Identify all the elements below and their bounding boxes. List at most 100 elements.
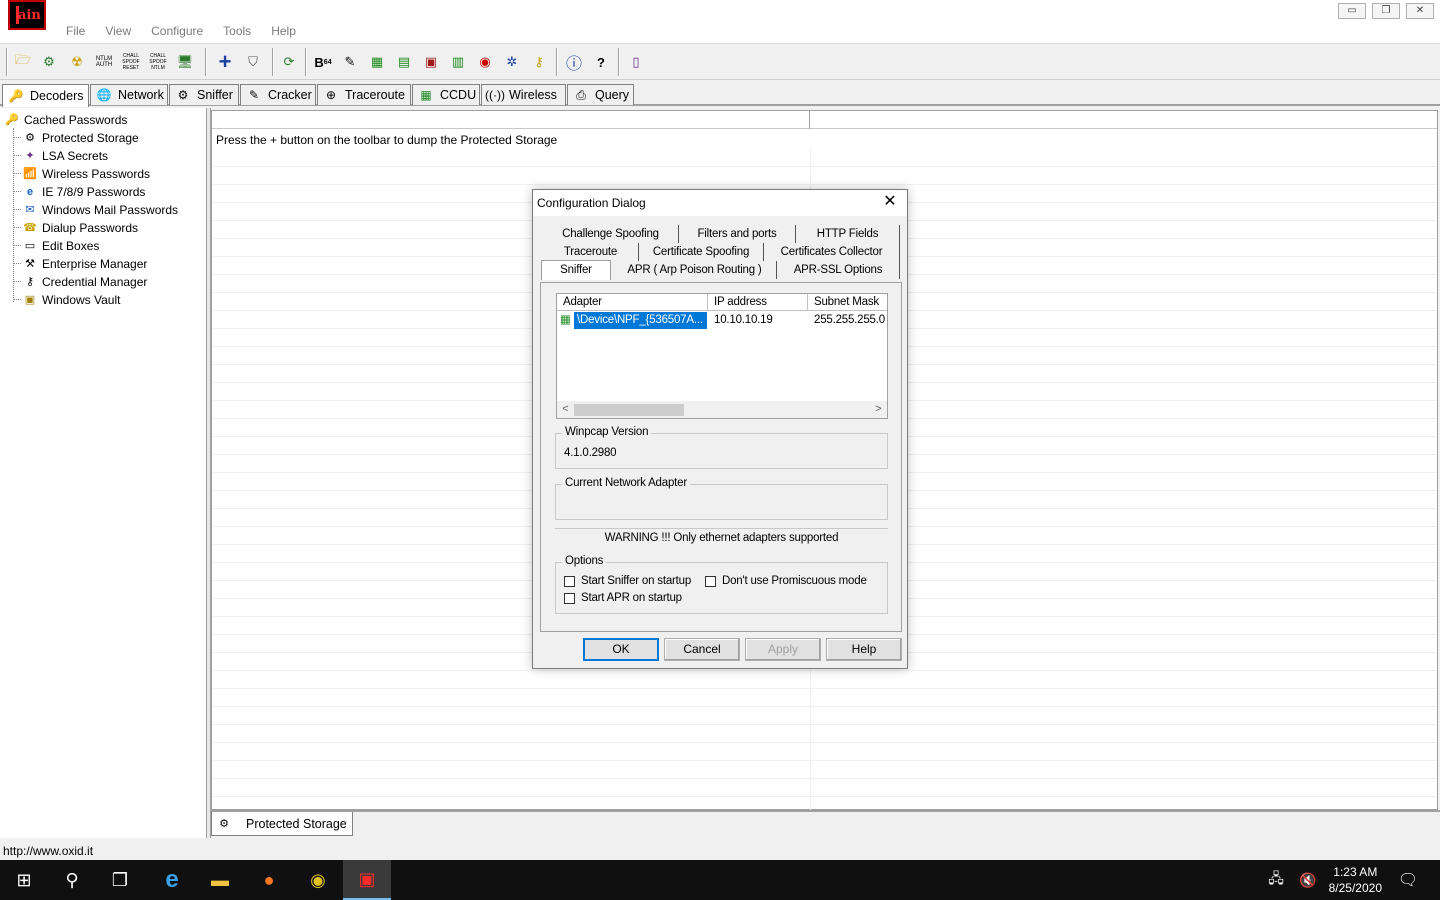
tab-certificate-spoofing[interactable]: Certificate Spoofing	[639, 243, 764, 261]
tree-item-lsa-secrets[interactable]: ✦ LSA Secrets	[22, 147, 108, 164]
adapter-row-mask[interactable]: 255.255.255.0	[814, 312, 887, 329]
green-card-icon[interactable]: ▦	[366, 52, 388, 72]
windows-mail-icon: ✉	[25, 204, 35, 216]
routing-icon[interactable]: ✲	[501, 52, 523, 72]
tree-item-windows-mail-passwords[interactable]: ✉ Windows Mail Passwords	[22, 201, 178, 218]
firefox-icon[interactable]: ●	[245, 860, 293, 900]
tree-item-protected-storage[interactable]: ⚙ Protected Storage	[22, 129, 139, 146]
radioactive-icon[interactable]: ☢	[66, 52, 88, 72]
adapter-row-name[interactable]: \Device\NPF_{536507A...	[574, 312, 707, 329]
lsa-secrets-icon: ✦	[25, 150, 35, 162]
tab-traceroute[interactable]: Traceroute	[543, 243, 639, 261]
tab-query[interactable]: ⎙ Query	[567, 84, 634, 105]
network-tray-icon[interactable]: 🖧	[1264, 860, 1288, 900]
menu-file[interactable]: File	[66, 24, 85, 40]
clock[interactable]: 1:23 AM 8/25/2020	[1329, 864, 1382, 896]
pc-icon[interactable]: ▣	[420, 52, 442, 72]
adapter-list[interactable]: Adapter IP address Subnet Mask ▦ \Device…	[556, 293, 888, 419]
file-explorer-icon[interactable]: ▬	[196, 860, 244, 900]
ie-icon[interactable]: e	[148, 860, 196, 900]
menu-configure[interactable]: Configure	[151, 24, 203, 40]
checkbox-box[interactable]	[705, 575, 716, 587]
tab-filters-and-ports[interactable]: Filters and ports	[679, 225, 796, 243]
add-to-list-icon[interactable]: ⚙	[38, 52, 60, 72]
tab-decoders[interactable]: 🔑 Decoders	[2, 84, 89, 107]
adapter-row-ip[interactable]: 10.10.10.19	[714, 312, 808, 329]
title-bar: ain File View Configure Tools Help ▭ ❐ ✕	[0, 0, 1440, 44]
help-icon[interactable]: ?	[590, 52, 612, 72]
tab-http-fields[interactable]: HTTP Fields	[796, 225, 900, 243]
terminal-icon[interactable]: ▥	[447, 52, 469, 72]
plus-icon[interactable]: +	[214, 49, 236, 74]
record-icon[interactable]: ◉	[474, 52, 496, 72]
minimize-icon[interactable]: ▭	[1338, 3, 1366, 19]
horizontal-scrollbar[interactable]: < >	[557, 401, 887, 418]
task-view-icon[interactable]: ❐	[96, 860, 144, 900]
tree-item-credential-manager[interactable]: ⚷ Credential Manager	[22, 273, 147, 290]
tree-item-edit-boxes[interactable]: ▭ Edit Boxes	[22, 237, 100, 254]
tab-cracker[interactable]: ✎ Cracker	[240, 84, 316, 105]
tab-network[interactable]: 🌐 Network	[90, 84, 168, 105]
tab-apr[interactable]: APR ( Arp Poison Routing )	[613, 261, 777, 279]
tab-challenge-spoofing[interactable]: Challenge Spoofing	[543, 225, 679, 243]
column-adapter[interactable]: Adapter	[557, 294, 708, 311]
column-ip-address[interactable]: IP address	[708, 294, 808, 311]
no-promiscuous-checkbox[interactable]: Don't use Promiscuous mode	[705, 575, 867, 587]
tab-sniffer[interactable]: ⚙ Sniffer	[169, 84, 239, 105]
start-icon[interactable]: ⊞	[0, 860, 48, 900]
search-icon[interactable]: ⚲	[48, 860, 96, 900]
tab-traceroute[interactable]: ⊕ Traceroute	[317, 84, 411, 105]
close-icon[interactable]: ✕	[1406, 3, 1434, 19]
checkbox-box[interactable]	[564, 592, 575, 604]
pen-icon[interactable]: ✎	[339, 52, 361, 72]
notifications-icon[interactable]: 🗨	[1384, 860, 1432, 900]
scroll-thumb[interactable]	[574, 404, 684, 416]
exit-icon[interactable]: ▯	[625, 52, 647, 72]
chall-spoof-reset-icon[interactable]: CHALL SPOOF RESET	[120, 52, 142, 72]
ok-button[interactable]: OK	[583, 638, 659, 661]
key-icon[interactable]: ⚷	[528, 52, 550, 72]
shield-icon[interactable]: ⛉	[242, 52, 264, 72]
list-header	[212, 111, 1437, 129]
tree-root-cached-passwords[interactable]: 🔑 Cached Passwords	[4, 111, 127, 128]
tab-ccdu[interactable]: ▦ CCDU	[412, 84, 480, 105]
info-icon[interactable]: ⓘ	[563, 52, 585, 73]
tab-apr-ssl-options[interactable]: APR-SSL Options	[777, 261, 900, 279]
refresh-icon[interactable]: ⟳	[278, 52, 300, 72]
chall-spoof-ntlm-icon[interactable]: CHALL SPOOF NTLM	[147, 52, 169, 72]
tab-protected-storage[interactable]: ⚙ Protected Storage	[211, 812, 353, 836]
menu-view[interactable]: View	[105, 24, 131, 40]
tree-item-dialup-passwords[interactable]: ☎ Dialup Passwords	[22, 219, 138, 236]
open-icon[interactable]: 🗁	[12, 52, 34, 72]
edit-boxes-icon: ▭	[24, 240, 36, 252]
checkbox-box[interactable]	[564, 575, 575, 587]
base64-icon[interactable]: B 64	[312, 52, 334, 72]
tab-wireless[interactable]: ((·)) Wireless	[481, 84, 566, 105]
ntlm-auth-icon[interactable]: NTLM AUTH	[93, 52, 115, 72]
tree-item-ie-passwords[interactable]: e IE 7/8/9 Passwords	[22, 183, 145, 200]
close-icon[interactable]: ✕	[881, 193, 899, 211]
help-button[interactable]: Help	[826, 638, 902, 661]
scroll-right-icon[interactable]: >	[870, 401, 887, 418]
start-apr-checkbox[interactable]: Start APR on startup	[564, 592, 682, 604]
scroll-left-icon[interactable]: <	[557, 401, 574, 418]
tab-sniffer[interactable]: Sniffer	[541, 260, 611, 280]
tab-certificates-collector[interactable]: Certificates Collector	[764, 243, 900, 261]
taskbar: ⊞ ⚲ ❐ e ▬ ● ◉ ▣ 🖧 🔇 1:23 AM 8/25/2020 🗨	[0, 860, 1440, 900]
menu-tools[interactable]: Tools	[223, 24, 251, 40]
cain-taskbar-icon[interactable]: ▣	[343, 860, 391, 900]
restore-icon[interactable]: ❐	[1372, 3, 1400, 19]
volume-muted-icon[interactable]: 🔇	[1296, 860, 1320, 900]
monitor-icon[interactable]: 🖥	[174, 52, 196, 72]
tree-item-windows-vault[interactable]: ▣ Windows Vault	[22, 291, 121, 308]
vpn-icon[interactable]: ▤	[393, 52, 415, 72]
menu-help[interactable]: Help	[271, 24, 296, 40]
tree-item-wireless-passwords[interactable]: 📶 Wireless Passwords	[22, 165, 150, 182]
cain-logo-icon: ain	[8, 0, 46, 30]
cancel-button[interactable]: Cancel	[664, 638, 740, 661]
column-subnet-mask[interactable]: Subnet Mask	[808, 294, 887, 311]
tree-item-enterprise-manager[interactable]: ⚒ Enterprise Manager	[22, 255, 147, 272]
chrome-icon[interactable]: ◉	[294, 860, 342, 900]
apply-button[interactable]: Apply	[745, 638, 821, 661]
start-sniffer-checkbox[interactable]: Start Sniffer on startup	[564, 575, 691, 587]
